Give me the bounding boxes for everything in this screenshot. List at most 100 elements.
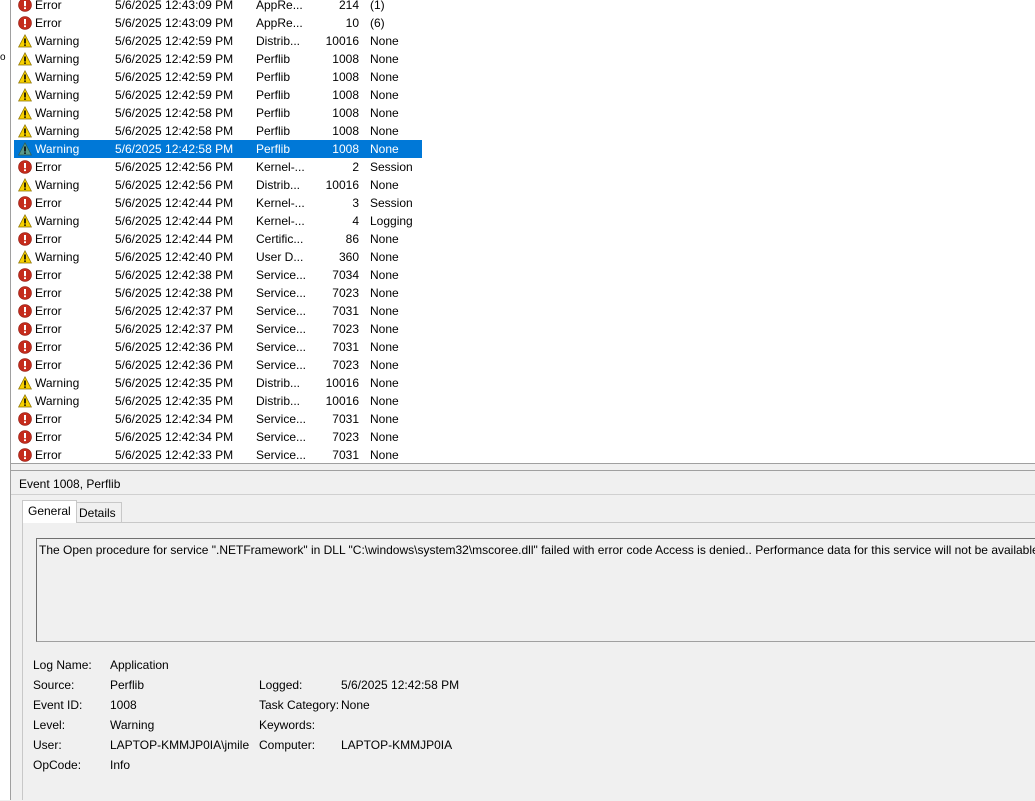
- tab-general[interactable]: General: [22, 500, 77, 523]
- event-row[interactable]: Error 5/6/2025 12:42:36 PM Service... 7031 N…: [14, 338, 422, 356]
- event-id: 7031: [332, 448, 359, 462]
- event-date: 5/6/2025 12:42:37 PM: [115, 304, 234, 318]
- event-row[interactable]: Error 5/6/2025 12:42:44 PM Certific... 86 No…: [14, 230, 422, 248]
- event-source: Perflib: [256, 88, 291, 102]
- error-icon: [18, 284, 34, 302]
- computer-label: Computer:: [259, 738, 316, 752]
- event-row[interactable]: Warning 5/6/2025 12:42:58 PM Perflib 1008 No…: [14, 104, 422, 122]
- warning-icon: [18, 32, 34, 50]
- event-level: Error: [35, 358, 62, 372]
- event-row[interactable]: Warning 5/6/2025 12:42:59 PM Perflib 1008 No…: [14, 50, 422, 68]
- event-date: 5/6/2025 12:42:35 PM: [115, 376, 234, 390]
- event-row[interactable]: Error 5/6/2025 12:42:33 PM Service... 7031 N…: [14, 446, 422, 463]
- event-row[interactable]: Error 5/6/2025 12:42:36 PM Service... 7023 N…: [14, 356, 422, 374]
- tab-details[interactable]: Details: [73, 502, 122, 522]
- event-level: Error: [35, 16, 62, 30]
- event-level: Warning: [35, 394, 80, 408]
- logged-value: 5/6/2025 12:42:58 PM: [341, 678, 460, 692]
- warning-icon: [18, 122, 34, 140]
- event-id: 7031: [332, 412, 359, 426]
- event-row[interactable]: Warning 5/6/2025 12:42:35 PM Distrib... 100…: [14, 374, 422, 392]
- event-row[interactable]: Warning 5/6/2025 12:42:44 PM Kernel-... 4 Lo…: [14, 212, 422, 230]
- event-id: 1008: [332, 88, 359, 102]
- event-level: Error: [35, 430, 62, 444]
- error-icon: [18, 266, 34, 284]
- event-task-category: None: [370, 34, 399, 48]
- event-level: Error: [35, 340, 62, 354]
- event-date: 5/6/2025 12:42:44 PM: [115, 232, 234, 246]
- event-row[interactable]: Warning 5/6/2025 12:42:59 PM Perflib 1008 No…: [14, 86, 422, 104]
- event-date: 5/6/2025 12:42:44 PM: [115, 196, 234, 210]
- event-source: Kernel-...: [256, 160, 305, 174]
- event-id-value: 1008: [110, 698, 137, 712]
- event-task-category: None: [370, 88, 399, 102]
- warning-icon: [18, 248, 34, 266]
- event-date: 5/6/2025 12:42:58 PM: [115, 106, 234, 120]
- warning-icon: [18, 176, 34, 194]
- event-level: Error: [35, 196, 62, 210]
- event-row[interactable]: Error 5/6/2025 12:42:38 PM Service... 7034 N…: [14, 266, 422, 284]
- event-row[interactable]: Warning 5/6/2025 12:42:58 PM Perflib 1008 No…: [14, 140, 422, 158]
- error-icon: [18, 194, 34, 212]
- event-source: Service...: [256, 358, 307, 372]
- event-level: Warning: [35, 52, 80, 66]
- event-date: 5/6/2025 12:43:09 PM: [115, 0, 234, 12]
- warning-icon: [18, 374, 34, 392]
- error-icon: [18, 0, 34, 14]
- event-level: Error: [35, 286, 62, 300]
- event-row[interactable]: Error 5/6/2025 12:42:38 PM Service... 7023 N…: [14, 284, 422, 302]
- error-icon: [18, 356, 34, 374]
- event-task-category: None: [370, 124, 399, 138]
- event-row[interactable]: Error 5/6/2025 12:42:44 PM Kernel-... 3 Sess…: [14, 194, 422, 212]
- event-list[interactable]: Error 5/6/2025 12:43:09 PM AppRe... 214 (1) E…: [11, 0, 1035, 463]
- event-date: 5/6/2025 12:42:38 PM: [115, 286, 234, 300]
- event-row[interactable]: Error 5/6/2025 12:43:09 PM AppRe... 214 (1): [14, 0, 422, 14]
- event-id: 10016: [325, 178, 359, 192]
- event-date: 5/6/2025 12:42:59 PM: [115, 70, 234, 84]
- event-date: 5/6/2025 12:42:59 PM: [115, 52, 234, 66]
- event-row[interactable]: Error 5/6/2025 12:42:37 PM Service... 7031 N…: [14, 302, 422, 320]
- event-row[interactable]: Error 5/6/2025 12:42:56 PM Kernel-... 2 Sess…: [14, 158, 422, 176]
- event-id: 7023: [332, 430, 359, 444]
- event-level: Warning: [35, 106, 80, 120]
- event-id: 86: [345, 232, 359, 246]
- event-level: Warning: [35, 142, 80, 156]
- event-row[interactable]: Warning 5/6/2025 12:42:59 PM Perflib 1008 No…: [14, 68, 422, 86]
- event-task-category: None: [370, 286, 399, 300]
- event-date: 5/6/2025 12:42:59 PM: [115, 88, 234, 102]
- source-label: Source:: [33, 678, 75, 692]
- event-row[interactable]: Error 5/6/2025 12:43:09 PM AppRe... 10 (6): [14, 14, 422, 32]
- event-id: 1008: [332, 142, 359, 156]
- event-row[interactable]: Error 5/6/2025 12:42:34 PM Service... 7031 N…: [14, 410, 422, 428]
- event-row[interactable]: Warning 5/6/2025 12:42:59 PM Distrib... 100…: [14, 32, 422, 50]
- event-level: Warning: [35, 124, 80, 138]
- user-label: User:: [33, 738, 62, 752]
- navigation-pane-edge: o: [0, 0, 11, 800]
- event-source: Perflib: [256, 70, 291, 84]
- event-task-category: None: [370, 448, 399, 462]
- event-id: 214: [338, 0, 359, 12]
- event-id: 1008: [332, 106, 359, 120]
- event-source: Distrib...: [256, 376, 301, 390]
- event-task-category: None: [370, 52, 399, 66]
- error-icon: [18, 338, 34, 356]
- keywords-label: Keywords:: [259, 718, 316, 732]
- event-date: 5/6/2025 12:42:58 PM: [115, 142, 234, 156]
- event-id: 7023: [332, 322, 359, 336]
- event-row[interactable]: Warning 5/6/2025 12:42:35 PM Distrib... 100…: [14, 392, 422, 410]
- pane-splitter[interactable]: [11, 463, 1035, 471]
- event-row[interactable]: Warning 5/6/2025 12:42:58 PM Perflib 1008 No…: [14, 122, 422, 140]
- source-value: Perflib: [110, 678, 145, 692]
- warning-icon: [18, 392, 34, 410]
- event-row[interactable]: Error 5/6/2025 12:42:34 PM Service... 7023 N…: [14, 428, 422, 446]
- event-task-category: None: [370, 304, 399, 318]
- event-task-category: None: [370, 394, 399, 408]
- event-row[interactable]: Error 5/6/2025 12:42:37 PM Service... 7023 N…: [14, 320, 422, 338]
- event-source: Distrib...: [256, 178, 301, 192]
- event-task-category: None: [370, 340, 399, 354]
- event-id: 1008: [332, 70, 359, 84]
- event-row[interactable]: Warning 5/6/2025 12:42:56 PM Distrib... 100…: [14, 176, 422, 194]
- event-id: 360: [338, 250, 359, 264]
- event-message-box[interactable]: The Open procedure for service ".NETFram…: [36, 538, 1035, 642]
- event-row[interactable]: Warning 5/6/2025 12:42:40 PM User D... 360 N…: [14, 248, 422, 266]
